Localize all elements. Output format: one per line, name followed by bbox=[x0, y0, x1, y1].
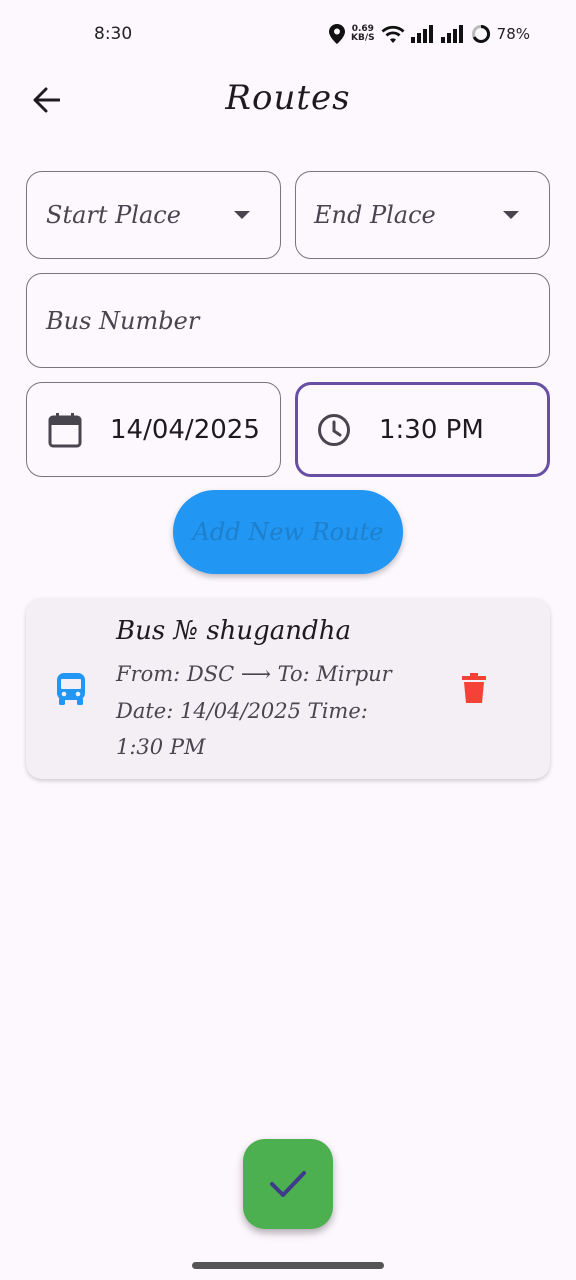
signal-icon-2 bbox=[440, 25, 463, 43]
home-indicator[interactable] bbox=[192, 1262, 384, 1269]
chevron-down-icon bbox=[234, 211, 250, 219]
end-place-label: End Place bbox=[314, 201, 436, 229]
start-place-label: Start Place bbox=[46, 201, 181, 229]
trash-icon bbox=[462, 673, 486, 703]
route-time: 1:30 PM bbox=[116, 735, 206, 759]
time-value: 1:30 PM bbox=[379, 414, 484, 445]
net-speed-unit: KB/S bbox=[351, 33, 375, 43]
bus-number-label: Bus Number bbox=[46, 306, 200, 335]
route-card: Bus № shugandha From: DSC ⟶ To: Mirpur D… bbox=[26, 598, 550, 779]
bus-number-field[interactable]: Bus Number bbox=[26, 273, 550, 368]
date-field[interactable]: 14/04/2025 bbox=[26, 382, 281, 477]
status-time: 8:30 bbox=[94, 24, 133, 44]
wifi-icon bbox=[381, 25, 405, 43]
delete-route-button[interactable] bbox=[446, 658, 502, 718]
time-field[interactable]: 1:30 PM bbox=[295, 382, 550, 477]
calendar-icon bbox=[48, 412, 82, 447]
end-place-dropdown[interactable]: End Place bbox=[295, 171, 550, 259]
location-icon bbox=[329, 24, 346, 44]
start-place-dropdown[interactable]: Start Place bbox=[26, 171, 281, 259]
battery-percent: 78% bbox=[496, 25, 530, 43]
route-from-to: From: DSC ⟶ To: Mirpur bbox=[116, 662, 392, 686]
chevron-down-icon bbox=[503, 211, 519, 219]
page-title: Routes bbox=[225, 78, 351, 118]
check-icon bbox=[270, 1171, 306, 1197]
date-value: 14/04/2025 bbox=[110, 414, 260, 445]
signal-icon bbox=[410, 25, 433, 43]
confirm-fab-button[interactable] bbox=[243, 1139, 333, 1229]
add-new-route-button[interactable]: Add New Route bbox=[173, 490, 403, 574]
status-icons: 0.69 KB/S 78% bbox=[329, 24, 530, 44]
net-speed: 0.69 KB/S bbox=[351, 25, 375, 43]
bus-icon bbox=[57, 673, 85, 705]
route-title: Bus № shugandha bbox=[116, 616, 351, 646]
clock-icon bbox=[318, 413, 350, 446]
battery-ring-icon bbox=[471, 24, 490, 43]
route-date-time: Date: 14/04/2025 Time: bbox=[116, 699, 368, 723]
